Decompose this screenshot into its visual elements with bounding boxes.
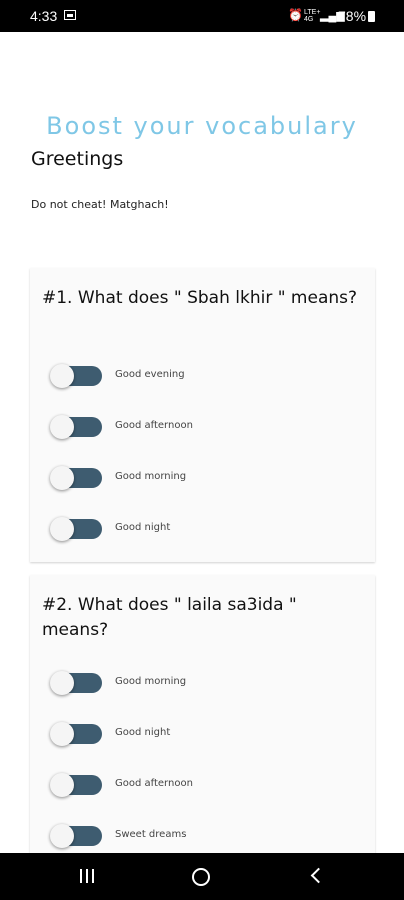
gallery-icon: [64, 10, 76, 20]
question-text: #2. What does " laila sa3ida " means?: [42, 595, 297, 640]
question-card-1: #1. What does " Sbah lkhir " means? Good…: [30, 268, 375, 562]
navigation-bar: [0, 853, 404, 900]
answer-option[interactable]: Good afternoon: [50, 770, 350, 800]
network-subtype: 4G: [304, 16, 314, 23]
status-bar: 4:33 ⏰ LTE+ 4G ▂▄▆ 78%: [0, 0, 404, 32]
answer-option[interactable]: Good evening: [50, 361, 350, 391]
home-icon[interactable]: [192, 868, 210, 886]
battery-level: 78%: [338, 8, 367, 24]
answer-label: Sweet dreams: [115, 829, 187, 840]
answer-option[interactable]: Sweet dreams: [50, 821, 350, 851]
answer-label: Good evening: [115, 369, 185, 380]
answer-label: Good night: [115, 727, 171, 738]
battery-icon: [368, 11, 375, 22]
answer-option[interactable]: Good night: [50, 514, 350, 544]
answer-option[interactable]: Good night: [50, 719, 350, 749]
answer-toggle[interactable]: [50, 415, 104, 439]
answer-toggle[interactable]: [50, 466, 104, 490]
app-title: Boost your vocabulary: [46, 112, 358, 140]
question-card-2: #2. What does " laila sa3ida " means? Go…: [30, 575, 375, 865]
network-indicator: LTE+ 4G: [304, 9, 320, 23]
network-type: LTE+: [304, 9, 321, 16]
answer-label: Good morning: [115, 676, 187, 687]
answer-label: Good afternoon: [115, 778, 193, 789]
recent-apps-icon[interactable]: [80, 869, 96, 883]
answer-toggle[interactable]: [50, 722, 104, 746]
subtitle: Do not cheat! Matghach!: [31, 198, 169, 211]
answer-toggle[interactable]: [50, 517, 104, 541]
back-icon[interactable]: [310, 867, 327, 884]
answer-toggle[interactable]: [50, 773, 104, 797]
answer-label: Good morning: [115, 471, 187, 482]
answer-label: Good afternoon: [115, 420, 193, 431]
alarm-icon: ⏰: [288, 8, 303, 22]
answer-label: Good night: [115, 522, 171, 533]
question-text: #1. What does " Sbah lkhir " means?: [42, 288, 358, 308]
status-time: 4:33: [30, 8, 58, 24]
answer-toggle[interactable]: [50, 824, 104, 848]
answer-option[interactable]: Good morning: [50, 668, 350, 698]
answer-toggle[interactable]: [50, 671, 104, 695]
answer-toggle[interactable]: [50, 364, 104, 388]
lesson-title: Greetings: [31, 148, 124, 170]
answer-option[interactable]: Good morning: [50, 463, 350, 493]
answer-option[interactable]: Good afternoon: [50, 412, 350, 442]
